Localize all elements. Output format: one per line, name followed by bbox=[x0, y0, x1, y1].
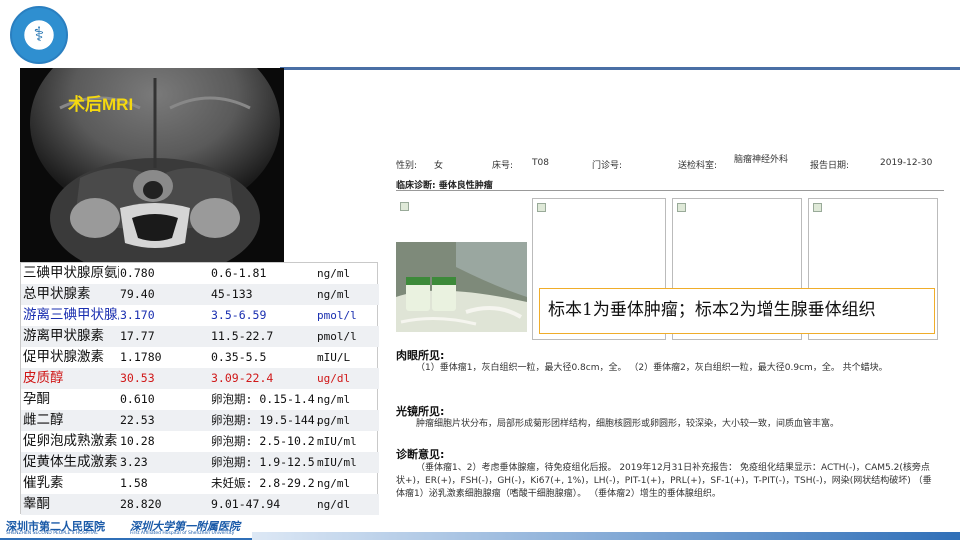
specimen-callout: 标本1为垂体肿瘤；标本2为增生腺垂体组织 bbox=[539, 288, 935, 334]
hospital1-en: SHENZHEN SECOND PEOPLE'S HOSPITAL bbox=[6, 531, 98, 536]
report-separator bbox=[396, 190, 944, 191]
lab-cell-name: 催乳素 bbox=[23, 475, 64, 491]
gross-text: （1）垂体瘤1，灰白组织一粒，最大径0.8cm，全。 （2）垂体瘤2，灰白组织一… bbox=[416, 363, 888, 373]
lab-row: 促黄体生成激素 3.23 卵泡期: 1.9-12.5 mIU/ml bbox=[21, 452, 379, 473]
lab-cell-name: 孕酮 bbox=[23, 391, 50, 407]
lab-row: 催乳素 1.58 未妊娠: 2.8-29.2 ng/ml bbox=[21, 473, 379, 494]
lab-row: 皮质醇 30.53 3.09-22.4 ug/dl bbox=[21, 368, 379, 389]
lab-cell-range: 11.5-22.7 bbox=[211, 329, 274, 343]
lab-cell-name: 皮质醇 bbox=[23, 370, 64, 386]
lab-row: 总甲状腺素 79.40 45-133 ng/ml bbox=[21, 284, 379, 305]
specimen-photo bbox=[396, 242, 527, 332]
lab-row: 三碘甲状腺原氨酸0.780 0.6-1.81 ng/ml bbox=[21, 263, 379, 284]
lab-cell-range: 3.09-22.4 bbox=[211, 371, 274, 385]
footer-logos: 深圳市第二人民医院 SHENZHEN SECOND PEOPLE'S HOSPI… bbox=[0, 516, 252, 540]
lab-cell-range: 卵泡期: 0.15-1.4 bbox=[211, 392, 315, 406]
lab-cell-unit: ng/ml bbox=[317, 393, 351, 406]
lab-cell-unit: ng/ml bbox=[317, 477, 351, 490]
lab-cell-value: 79.40 bbox=[120, 287, 155, 301]
lab-row: 游离甲状腺素 17.77 11.5-22.7 pmol/l bbox=[21, 326, 379, 347]
lab-cell-value: 1.1780 bbox=[120, 350, 162, 364]
lab-cell-name: 促黄体生成激素 bbox=[23, 454, 118, 470]
caduceus-icon: ⚕ bbox=[33, 22, 45, 46]
lab-cell-value: 28.820 bbox=[120, 497, 162, 511]
dept-label: 送检科室: bbox=[678, 161, 718, 171]
lab-cell-name: 促甲状腺激素 bbox=[23, 349, 104, 365]
micro-title: 光镜所见: bbox=[396, 405, 445, 418]
lab-cell-unit: mIU/L bbox=[317, 351, 351, 364]
lab-cell-name: 总甲状腺素 bbox=[23, 286, 91, 302]
lab-cell-unit: mIU/ml bbox=[317, 435, 357, 448]
lab-cell-value: 3.23 bbox=[120, 455, 148, 469]
lab-row: 促甲状腺激素 1.1780 0.35-5.5 mIU/L bbox=[21, 347, 379, 368]
lab-cell-value: 30.53 bbox=[120, 371, 155, 385]
lab-cell-range: 卵泡期: 2.5-10.2 bbox=[211, 434, 315, 448]
lab-cell-name: 雌二醇 bbox=[23, 412, 64, 428]
date-value: 2019-12-30 bbox=[880, 158, 933, 168]
lab-cell-value: 3.170 bbox=[120, 308, 155, 322]
mri-scan-graphic bbox=[20, 68, 284, 263]
footer-bar bbox=[252, 532, 960, 540]
hospital-logo: ⚕ bbox=[10, 6, 68, 64]
lab-cell-range: 卵泡期: 1.9-12.5 bbox=[211, 455, 315, 469]
lab-cell-range: 3.5-6.59 bbox=[211, 308, 267, 322]
lab-cell-name: 睾酮 bbox=[23, 496, 50, 512]
lab-cell-range: 0.6-1.81 bbox=[211, 266, 267, 280]
lab-cell-unit: pmol/l bbox=[317, 330, 357, 343]
lab-cell-unit: ng/ml bbox=[317, 288, 351, 301]
sex-label: 性别: bbox=[396, 161, 418, 171]
bed-value: T08 bbox=[532, 158, 549, 168]
lab-row: 游离三碘甲状腺原氨酸3.170 3.5-6.59 pmol/l bbox=[21, 305, 379, 326]
lab-cell-unit: pmol/l bbox=[317, 309, 357, 322]
lab-row: 孕酮 0.610 卵泡期: 0.15-1.4 ng/ml bbox=[21, 389, 379, 410]
opinion-title: 诊断意见: bbox=[396, 448, 445, 461]
image-placeholder-icon bbox=[677, 203, 686, 212]
mri-title: 术后MRI bbox=[68, 95, 134, 114]
lab-cell-name: 促卵泡成熟激素 bbox=[23, 433, 118, 449]
lab-cell-value: 0.780 bbox=[120, 266, 155, 280]
lab-cell-unit: pg/ml bbox=[317, 414, 351, 427]
lab-cell-name: 游离甲状腺素 bbox=[23, 328, 104, 344]
lab-cell-range: 45-133 bbox=[211, 287, 253, 301]
lab-row: 雌二醇 22.53 卵泡期: 19.5-144. pg/ml bbox=[21, 410, 379, 431]
lab-cell-name: 三碘甲状腺原氨酸 bbox=[23, 265, 119, 281]
dept-value: 脑瘤神经外科 bbox=[734, 155, 789, 165]
lab-cell-value: 1.58 bbox=[120, 476, 148, 490]
lab-cell-unit: ug/dl bbox=[317, 372, 351, 385]
specimen-jars-graphic bbox=[396, 242, 527, 332]
lab-cell-range: 0.35-5.5 bbox=[211, 350, 267, 364]
image-placeholder-icon bbox=[400, 202, 409, 211]
lab-cell-range: 9.01-47.94 bbox=[211, 497, 281, 511]
hospital2-en: First Affiliated Hospital of Shenzhen Un… bbox=[130, 531, 235, 536]
lab-cell-unit: ng/ml bbox=[317, 267, 351, 280]
lab-row: 睾酮 28.820 9.01-47.94 ng/dl bbox=[21, 494, 379, 515]
lab-row: 促卵泡成熟激素 10.28 卵泡期: 2.5-10.2 mIU/ml bbox=[21, 431, 379, 452]
lab-cell-value: 0.610 bbox=[120, 392, 155, 406]
lab-cell-value: 10.28 bbox=[120, 434, 155, 448]
lab-cell-unit: ng/dl bbox=[317, 498, 351, 511]
clinic-label: 门诊号: bbox=[592, 161, 623, 171]
micro-text: 肿瘤细胞片状分布，局部形成菊形团样结构，细胞核圆形或卵圆形，较深染，大小较一致，… bbox=[416, 419, 840, 429]
image-placeholder-icon bbox=[537, 203, 546, 212]
date-label: 报告日期: bbox=[810, 161, 850, 171]
lab-cell-unit: mIU/ml bbox=[317, 456, 357, 469]
lab-cell-name: 游离三碘甲状腺原氨酸 bbox=[23, 307, 119, 323]
gross-title: 肉眼所见: bbox=[396, 349, 445, 362]
mri-image: 术后MRI bbox=[20, 68, 284, 263]
lab-cell-value: 22.53 bbox=[120, 413, 155, 427]
lab-results-table: 三碘甲状腺原氨酸0.780 0.6-1.81 ng/ml 总甲状腺素 79.40 45-1… bbox=[20, 262, 379, 515]
sex-value: 女 bbox=[434, 161, 444, 171]
lab-cell-range: 卵泡期: 19.5-144. bbox=[211, 413, 322, 427]
image-placeholder-icon bbox=[813, 203, 822, 212]
header-divider bbox=[280, 67, 960, 70]
lab-cell-value: 17.77 bbox=[120, 329, 155, 343]
lab-cell-range: 未妊娠: 2.8-29.2 bbox=[211, 476, 315, 490]
specimen-image-frame bbox=[396, 198, 527, 242]
bed-label: 床号: bbox=[492, 161, 514, 171]
opinion-text: （垂体瘤1、2）考虑垂体腺瘤，待免疫组化后报。 2019年12月31日补充报告：… bbox=[396, 463, 932, 499]
